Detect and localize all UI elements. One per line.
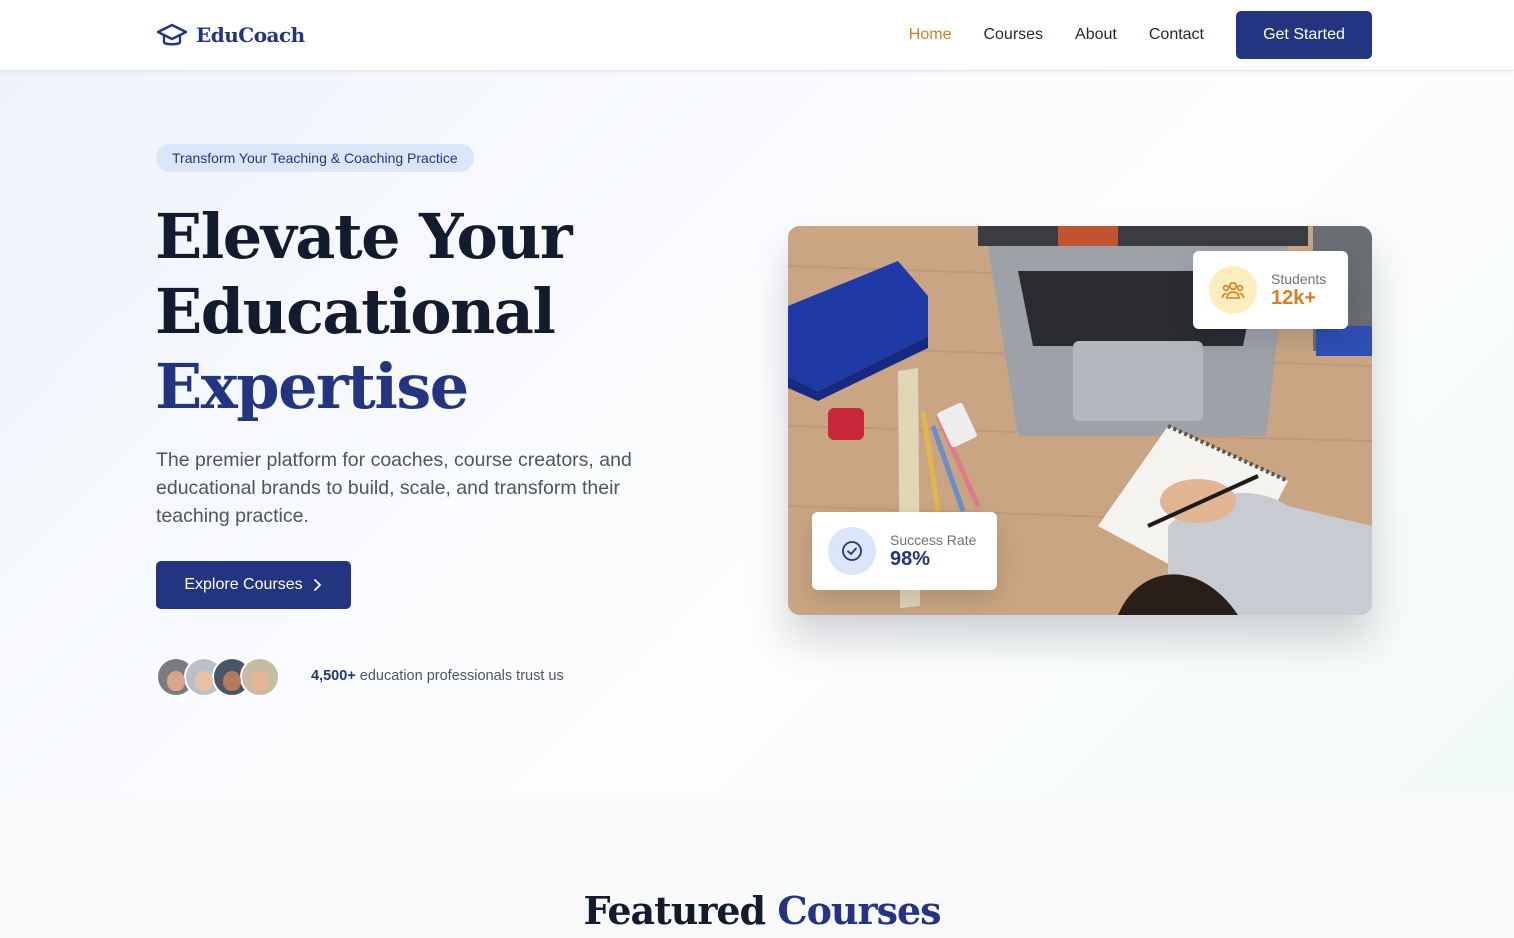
trust-count: 4,500+	[311, 668, 356, 684]
hero-badge: Transform Your Teaching & Coaching Pract…	[156, 144, 474, 172]
check-circle-icon	[828, 527, 876, 575]
hero-lead: The premier platform for coaches, course…	[156, 449, 632, 527]
explore-courses-button[interactable]: Explore Courses	[156, 561, 351, 609]
brand-name: EduCoach	[196, 23, 305, 47]
nav-link-about[interactable]: About	[1075, 24, 1117, 46]
hero-title-line2: Educational	[155, 275, 556, 348]
nav-links: Home Courses About Contact	[909, 24, 1204, 46]
users-icon	[1209, 266, 1257, 314]
hero-section: Transform Your Teaching & Coaching Pract…	[0, 71, 1514, 793]
trust-avatars	[156, 657, 280, 697]
nav-link-home[interactable]: Home	[909, 24, 952, 46]
students-stat-card: Students 12k+	[1193, 251, 1348, 329]
featured-courses-section: Featured Courses	[0, 793, 1514, 938]
brand-logo[interactable]: EduCoach	[156, 20, 305, 50]
hero-title-line1: Elevate Your	[155, 200, 573, 273]
success-label: Success Rate	[890, 531, 977, 548]
avatar	[240, 657, 280, 697]
nav-link-contact[interactable]: Contact	[1149, 24, 1204, 46]
featured-title: Featured Courses	[0, 888, 1514, 933]
featured-title-accent: Courses	[777, 888, 941, 933]
top-navbar: EduCoach Home Courses About Contact Get …	[0, 0, 1514, 71]
get-started-button[interactable]: Get Started	[1236, 11, 1372, 59]
success-value: 98%	[890, 547, 931, 570]
hero-title-accent: Expertise	[155, 350, 469, 423]
students-label: Students	[1271, 270, 1327, 287]
trust-label: education professionals trust us	[355, 668, 564, 684]
students-value: 12k+	[1271, 286, 1317, 309]
nav-link-courses[interactable]: Courses	[983, 24, 1043, 46]
graduation-cap-icon	[156, 23, 188, 46]
success-stat-card: Success Rate 98%	[812, 512, 997, 590]
explore-courses-label: Explore Courses	[184, 576, 303, 593]
hero-title: Elevate Your Educational Expertise	[155, 199, 715, 424]
chevron-right-icon	[313, 579, 321, 591]
featured-title-main: Featured	[583, 888, 766, 933]
trust-text: 4,500+ education professionals trust us	[311, 668, 564, 684]
